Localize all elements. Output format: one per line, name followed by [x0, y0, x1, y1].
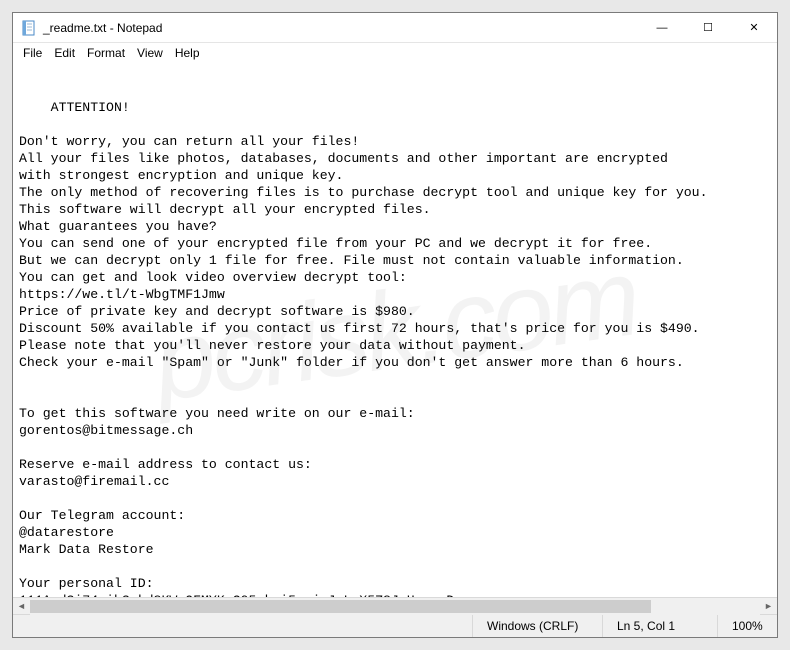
close-button[interactable]: ✕ [731, 13, 777, 42]
titlebar[interactable]: _readme.txt - Notepad — ☐ ✕ [13, 13, 777, 43]
statusbar: Windows (CRLF) Ln 5, Col 1 100% [13, 614, 777, 637]
scroll-left-arrow-icon[interactable]: ◄ [13, 598, 30, 615]
window-title: _readme.txt - Notepad [43, 21, 639, 35]
menu-edit[interactable]: Edit [48, 45, 81, 61]
menubar: File Edit Format View Help [13, 43, 777, 63]
menu-help[interactable]: Help [169, 45, 206, 61]
text-area[interactable]: pcrisk.com ATTENTION! Don't worry, you c… [13, 63, 777, 597]
status-zoom: 100% [717, 615, 777, 637]
maximize-button[interactable]: ☐ [685, 13, 731, 42]
document-text: ATTENTION! Don't worry, you can return a… [19, 100, 708, 597]
horizontal-scrollbar[interactable]: ◄ ► [13, 597, 777, 614]
scroll-track[interactable] [30, 598, 760, 615]
minimize-button[interactable]: — [639, 13, 685, 42]
scroll-right-arrow-icon[interactable]: ► [760, 598, 777, 615]
menu-file[interactable]: File [17, 45, 48, 61]
status-encoding: Windows (CRLF) [472, 615, 602, 637]
menu-view[interactable]: View [131, 45, 169, 61]
notepad-window: _readme.txt - Notepad — ☐ ✕ File Edit Fo… [12, 12, 778, 638]
status-position: Ln 5, Col 1 [602, 615, 717, 637]
notepad-icon [21, 20, 37, 36]
window-controls: — ☐ ✕ [639, 13, 777, 42]
scroll-thumb[interactable] [30, 600, 651, 613]
menu-format[interactable]: Format [81, 45, 131, 61]
